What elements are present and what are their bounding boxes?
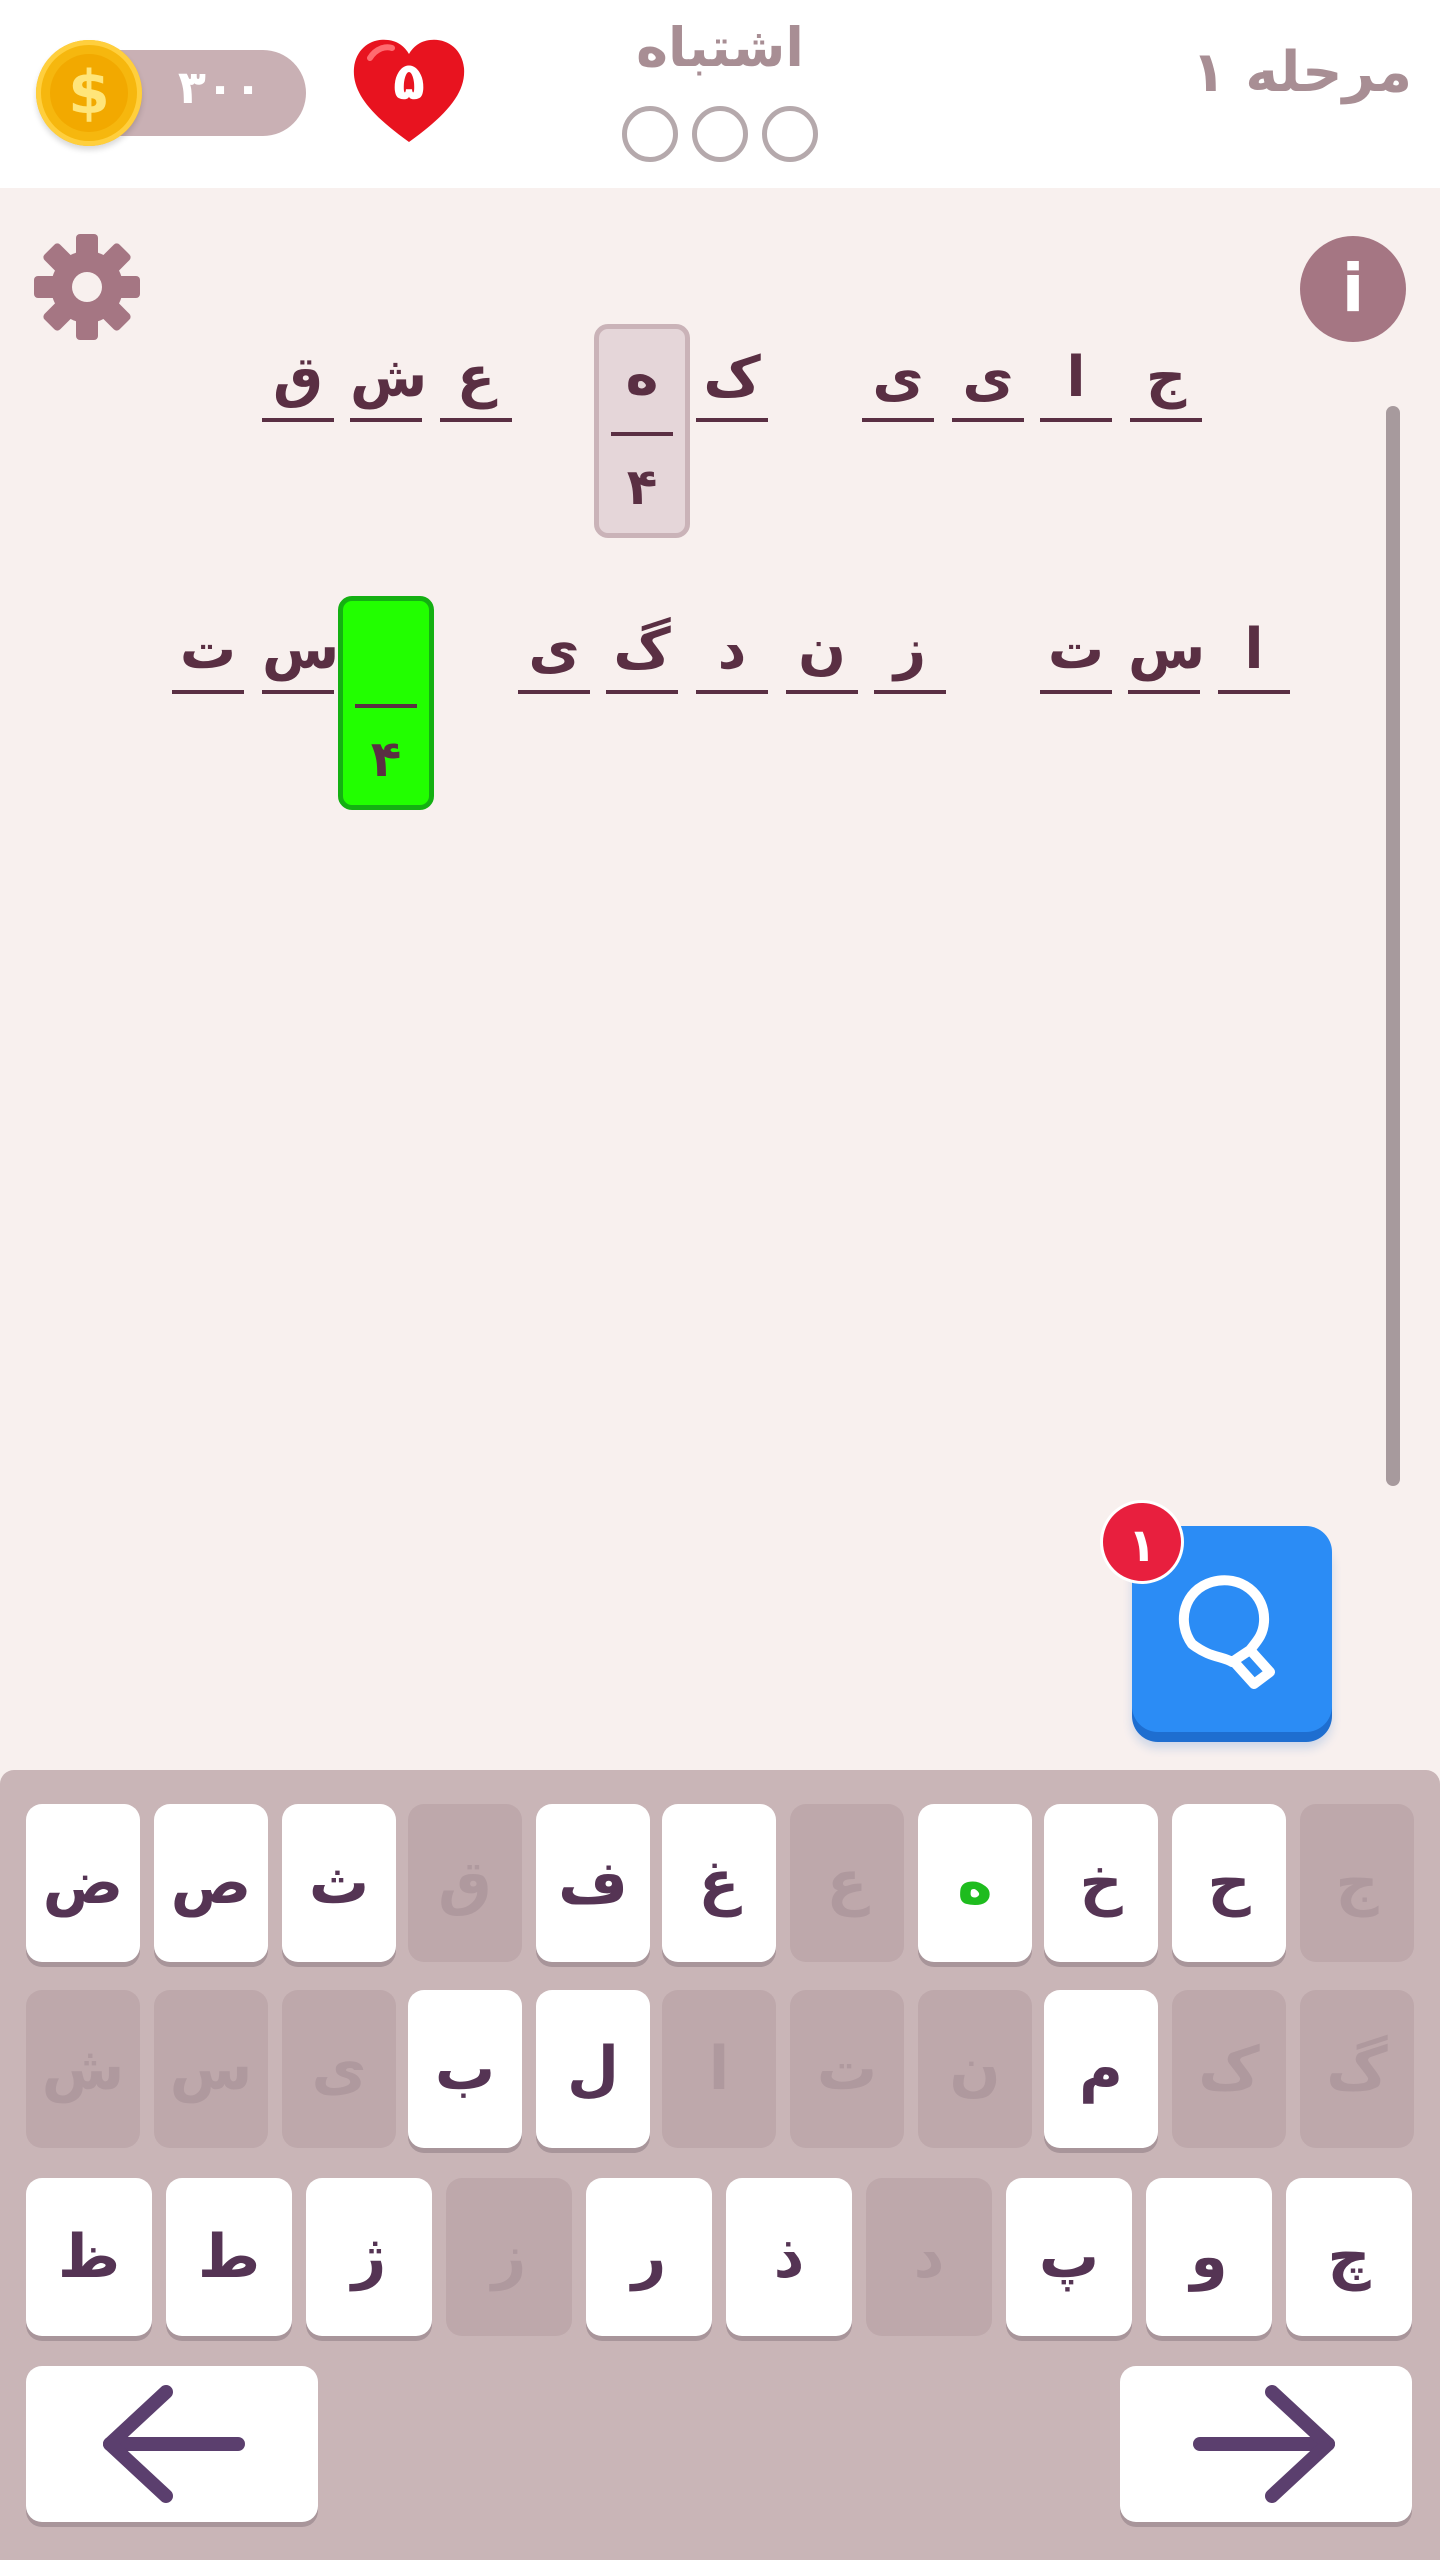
letter-slot[interactable]: ق <box>262 338 334 422</box>
key-letter[interactable]: ذ <box>726 2178 852 2336</box>
letter-slot[interactable]: ج <box>1130 338 1202 422</box>
key-letter[interactable]: چ <box>1286 2178 1412 2336</box>
key-letter[interactable]: ظ <box>26 2178 152 2336</box>
key-letter-used: ا <box>662 1990 776 2148</box>
key-letter-used: د <box>866 2178 992 2336</box>
key-letter[interactable]: ط <box>166 2178 292 2336</box>
mistake-circle <box>622 106 678 162</box>
letter-slot[interactable]: ز <box>874 610 946 694</box>
letter-slot[interactable]: س <box>1128 610 1205 694</box>
key-letter-used: ش <box>26 1990 140 2148</box>
letter-slot[interactable]: ش <box>350 338 427 422</box>
letter-slot[interactable]: گ <box>606 610 678 694</box>
key-letter[interactable]: خ <box>1044 1804 1158 1962</box>
key-letter-used: ج <box>1300 1804 1414 1962</box>
letter-slot[interactable]: ک <box>696 338 768 422</box>
key-letter-used: ق <box>408 1804 522 1962</box>
key-letter-used: ن <box>918 1990 1032 2148</box>
key-letter[interactable]: و <box>1146 2178 1272 2336</box>
letter-slot[interactable]: ا <box>1040 338 1112 422</box>
mistake-circle <box>762 106 818 162</box>
key-letter-used: ز <box>446 2178 572 2336</box>
info-button[interactable]: i <box>1300 236 1406 342</box>
letter-slot[interactable]: ع <box>440 338 512 422</box>
coin-symbol: $ <box>50 54 128 132</box>
coin-count: ۳۰۰ <box>177 60 263 114</box>
lives-count: ۵ <box>393 52 425 112</box>
letter-slot[interactable]: ت <box>172 610 244 694</box>
arrow-left-icon <box>103 2385 245 2503</box>
mistake-indicators <box>622 106 818 166</box>
letter-slot[interactable]: ا <box>1218 610 1290 694</box>
key-letter-used: ع <box>790 1804 904 1962</box>
key-letter-used: ک <box>1172 1990 1286 2148</box>
key-letter[interactable]: ث <box>282 1804 396 1962</box>
key-letter[interactable]: پ <box>1006 2178 1132 2336</box>
key-letter-used: س <box>154 1990 268 2148</box>
next-button[interactable] <box>1120 2366 1412 2522</box>
arrow-right-icon <box>1193 2385 1335 2503</box>
active-letter-box[interactable]: ۴ <box>338 596 434 810</box>
hint-count-badge: ۱ <box>1100 1500 1184 1584</box>
key-letter[interactable]: ب <box>408 1990 522 2148</box>
level-title: مرحله ۱ <box>1191 40 1412 105</box>
letter-slot[interactable]: ی <box>518 610 590 694</box>
key-letter[interactable]: ل <box>536 1990 650 2148</box>
letter-slot[interactable]: ت <box>1040 610 1112 694</box>
key-letter[interactable]: ر <box>586 2178 712 2336</box>
key-letter[interactable]: ح <box>1172 1804 1286 1962</box>
scrollbar[interactable] <box>1386 406 1400 1486</box>
key-letter-used: گ <box>1300 1990 1414 2148</box>
key-letter[interactable]: ف <box>536 1804 650 1962</box>
mistakes-label: اشتباه <box>636 16 804 79</box>
key-letter[interactable]: ژ <box>306 2178 432 2336</box>
key-letter[interactable]: غ <box>662 1804 776 1962</box>
letter-slot[interactable]: س <box>262 610 339 694</box>
letter-slot[interactable]: ن <box>786 610 858 694</box>
selected-letter-box[interactable]: ه۴ <box>594 324 690 538</box>
key-letter[interactable]: م <box>1044 1990 1158 2148</box>
letter-slot[interactable]: ی <box>952 338 1024 422</box>
settings-gear-icon[interactable] <box>34 234 140 340</box>
mistake-circle <box>692 106 748 162</box>
key-letter-used: ی <box>282 1990 396 2148</box>
previous-button[interactable] <box>26 2366 318 2522</box>
letter-slot[interactable]: ی <box>862 338 934 422</box>
key-letter-used: ت <box>790 1990 904 2148</box>
key-letter[interactable]: ص <box>154 1804 268 1962</box>
key-letter[interactable]: ض <box>26 1804 140 1962</box>
letter-slot[interactable]: د <box>696 610 768 694</box>
key-letter-highlighted[interactable]: ه <box>918 1804 1032 1962</box>
